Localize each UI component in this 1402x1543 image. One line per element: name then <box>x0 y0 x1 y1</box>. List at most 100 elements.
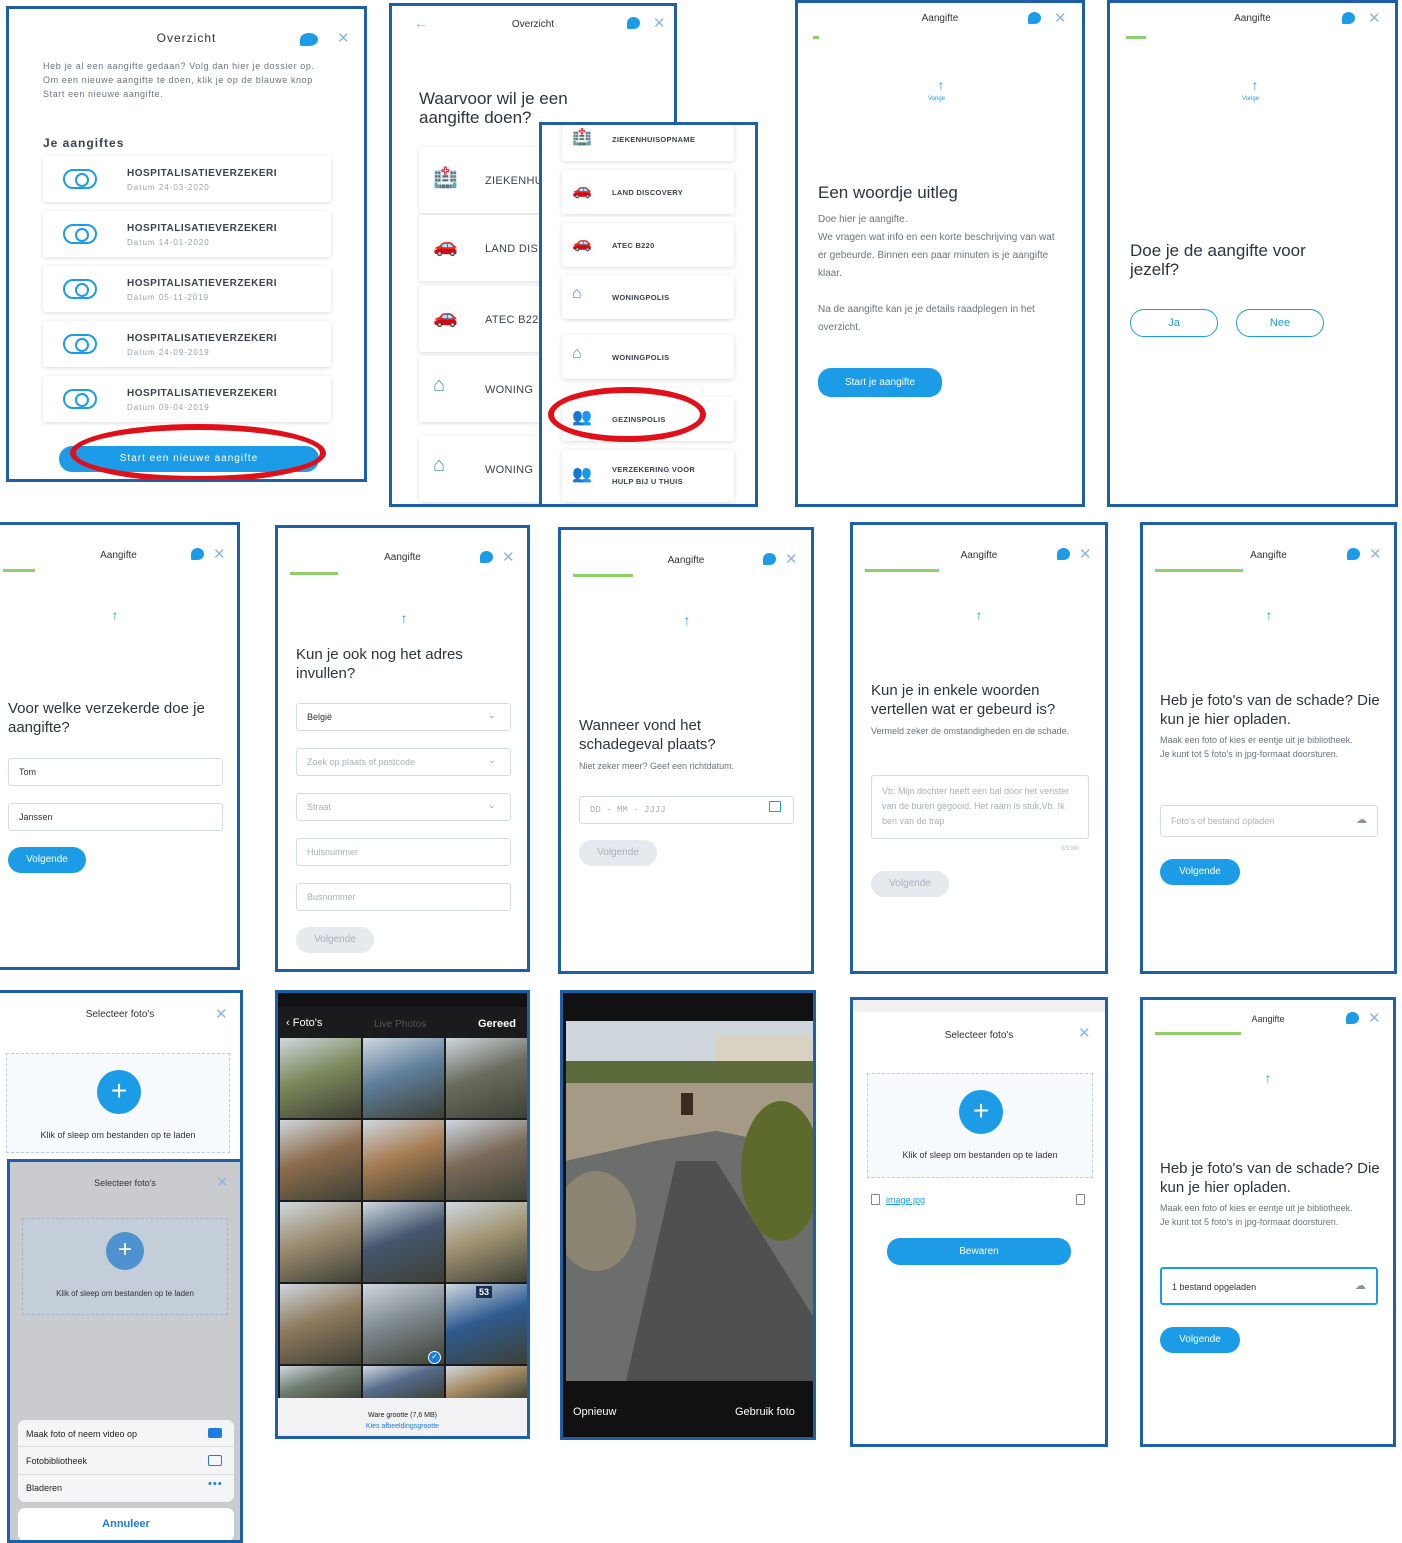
close-icon[interactable]: ✕ <box>215 1007 228 1022</box>
chat-icon[interactable] <box>191 548 204 560</box>
photo-thumbnail[interactable] <box>446 1202 527 1282</box>
chat-icon[interactable] <box>1347 548 1360 560</box>
close-icon[interactable]: ✕ <box>337 31 350 46</box>
photo-thumbnail[interactable] <box>446 1366 527 1399</box>
up-arrow-icon[interactable]: ↑ <box>1258 1070 1278 1086</box>
photo-thumbnail[interactable] <box>280 1284 361 1364</box>
policy-card[interactable]: ⌂ WONINGPOLIS <box>562 275 734 319</box>
close-icon[interactable]: ✕ <box>502 550 515 565</box>
chat-icon[interactable] <box>627 17 640 29</box>
chat-icon[interactable] <box>1342 12 1355 24</box>
claim-card[interactable]: HOSPITALISATIEVERZEKERI Datum 09-04-2019 <box>43 376 331 422</box>
next-button[interactable]: Volgende <box>871 871 949 897</box>
add-icon[interactable]: + <box>106 1232 144 1270</box>
up-arrow-icon[interactable]: ↑ <box>105 607 125 623</box>
photo-library-option[interactable]: Fotobibliotheek <box>26 1456 87 1466</box>
photo-thumbnail[interactable] <box>446 1038 527 1118</box>
close-icon[interactable]: ✕ <box>1078 1026 1091 1041</box>
next-button[interactable]: Volgende <box>8 847 86 873</box>
up-arrow-icon[interactable]: ↑ <box>677 612 697 628</box>
upload-field[interactable]: Foto's of bestand opladen <box>1160 805 1378 837</box>
photo-thumbnail[interactable] <box>363 1038 444 1118</box>
next-button[interactable]: Volgende <box>1160 859 1240 885</box>
policy-card[interactable]: 🚗 LAND DISCOVERY <box>562 170 734 214</box>
chat-icon[interactable] <box>763 553 776 565</box>
drop-zone[interactable]: + Klik of sleep om bestanden op te laden <box>867 1073 1093 1178</box>
use-photo-button[interactable]: Gebruik foto <box>735 1406 795 1418</box>
start-claim-button[interactable]: Start je aangifte <box>818 368 942 397</box>
delete-file-icon[interactable] <box>1076 1194 1085 1205</box>
up-arrow-icon[interactable]: ↑ <box>931 77 951 93</box>
chat-icon[interactable] <box>1057 548 1070 560</box>
policy-card[interactable]: ⌂ WONINGPOLIS <box>562 335 734 379</box>
photo-thumbnail[interactable] <box>363 1120 444 1200</box>
policy-card[interactable]: 🏥 ZIEKENHU <box>419 147 559 213</box>
take-photo-option[interactable]: Maak foto of neem video op <box>26 1429 137 1439</box>
add-icon[interactable]: + <box>959 1090 1003 1134</box>
add-icon[interactable]: + <box>97 1070 141 1114</box>
chat-icon[interactable] <box>1028 12 1041 24</box>
chat-icon[interactable] <box>1346 1012 1359 1024</box>
done-button[interactable]: Gereed <box>478 1018 516 1030</box>
photo-thumbnail[interactable] <box>363 1366 444 1399</box>
close-icon[interactable]: ✕ <box>653 16 666 31</box>
photo-thumbnail[interactable] <box>280 1038 361 1118</box>
up-arrow-icon[interactable]: ↑ <box>394 610 414 626</box>
photo-thumbnail[interactable] <box>280 1202 361 1282</box>
street-select[interactable]: Straat <box>296 793 511 821</box>
close-icon[interactable]: ✕ <box>213 547 226 562</box>
policy-card[interactable]: ⌂ WONING <box>419 356 559 422</box>
drop-zone[interactable]: + Klik of sleep om bestanden op te laden <box>6 1053 230 1153</box>
close-icon[interactable]: ✕ <box>1054 11 1067 26</box>
upload-field[interactable]: 1 bestand opgeladen <box>1160 1267 1378 1305</box>
photo-thumbnail[interactable] <box>280 1366 361 1399</box>
back-link[interactable]: ‹ Foto's <box>286 1017 322 1029</box>
house-number-field[interactable]: Huisnummer <box>296 838 511 866</box>
next-button[interactable]: Volgende <box>579 840 657 866</box>
chat-icon[interactable] <box>480 551 493 563</box>
last-name-field[interactable]: Janssen <box>8 803 223 831</box>
claim-card[interactable]: HOSPITALISATIEVERZEKERI Datum 14-01-2020 <box>43 211 331 257</box>
date-field[interactable]: DD - MM - JJJJ <box>579 796 794 824</box>
calendar-icon[interactable] <box>769 801 781 812</box>
no-button[interactable]: Nee <box>1236 309 1324 337</box>
claim-card[interactable]: HOSPITALISATIEVERZEKERI Datum 24-03-2020 <box>43 156 331 202</box>
policy-card[interactable]: ⌂ WONING <box>419 436 559 502</box>
policy-card[interactable]: 🚗 ATEC B220 <box>562 223 734 267</box>
yes-button[interactable]: Ja <box>1130 309 1218 337</box>
close-icon[interactable]: ✕ <box>1368 11 1381 26</box>
close-icon[interactable]: ✕ <box>216 1175 229 1190</box>
cancel-button[interactable]: Annuleer <box>18 1508 234 1540</box>
save-button[interactable]: Bewaren <box>887 1238 1071 1265</box>
place-select[interactable]: Zoek op plaats of postcode <box>296 748 511 776</box>
photo-thumbnail[interactable] <box>446 1120 527 1200</box>
previous-link[interactable]: Vorige <box>928 96 945 102</box>
file-name-link[interactable]: image.jpg <box>886 1195 925 1205</box>
close-icon[interactable]: ✕ <box>1368 1011 1381 1026</box>
close-icon[interactable]: ✕ <box>785 552 798 567</box>
drop-zone[interactable]: + Klik of sleep om bestanden op te laden <box>22 1218 228 1315</box>
browse-option[interactable]: Bladeren <box>26 1483 62 1493</box>
up-arrow-icon[interactable]: ↑ <box>969 607 989 623</box>
country-select[interactable]: België <box>296 703 511 731</box>
first-name-field[interactable]: Tom <box>8 758 223 786</box>
up-arrow-icon[interactable]: ↑ <box>1245 77 1265 93</box>
claim-card[interactable]: HOSPITALISATIEVERZEKERI Datum 24-09-2019 <box>43 321 331 367</box>
photo-thumbnail[interactable] <box>363 1202 444 1282</box>
box-number-field[interactable]: Busnummer <box>296 883 511 911</box>
retake-button[interactable]: Opnieuw <box>573 1406 616 1418</box>
photo-thumbnail[interactable] <box>280 1120 361 1200</box>
up-arrow-icon[interactable]: ↑ <box>1259 607 1279 623</box>
policy-card[interactable]: 🏥 ZIEKENHUISOPNAME <box>562 125 734 161</box>
policy-card[interactable]: 👥 VERZEKERING VOOR HULP BIJ U THUIS <box>562 450 734 502</box>
previous-link[interactable]: Vorige <box>1242 96 1259 102</box>
chat-icon[interactable] <box>300 33 318 46</box>
policy-card[interactable]: 🚗 ATEC B22 <box>419 286 559 352</box>
close-icon[interactable]: ✕ <box>1369 547 1382 562</box>
next-button[interactable]: Volgende <box>296 927 374 953</box>
description-textarea[interactable]: Vb: Mijn dochter heeft een bal door het … <box>871 775 1089 839</box>
close-icon[interactable]: ✕ <box>1079 547 1092 562</box>
claim-card[interactable]: HOSPITALISATIEVERZEKERI Datum 05-11-2019 <box>43 266 331 312</box>
next-button[interactable]: Volgende <box>1160 1327 1240 1353</box>
choose-size-link[interactable]: Kies afbeeldingsgrootte <box>278 1423 527 1430</box>
